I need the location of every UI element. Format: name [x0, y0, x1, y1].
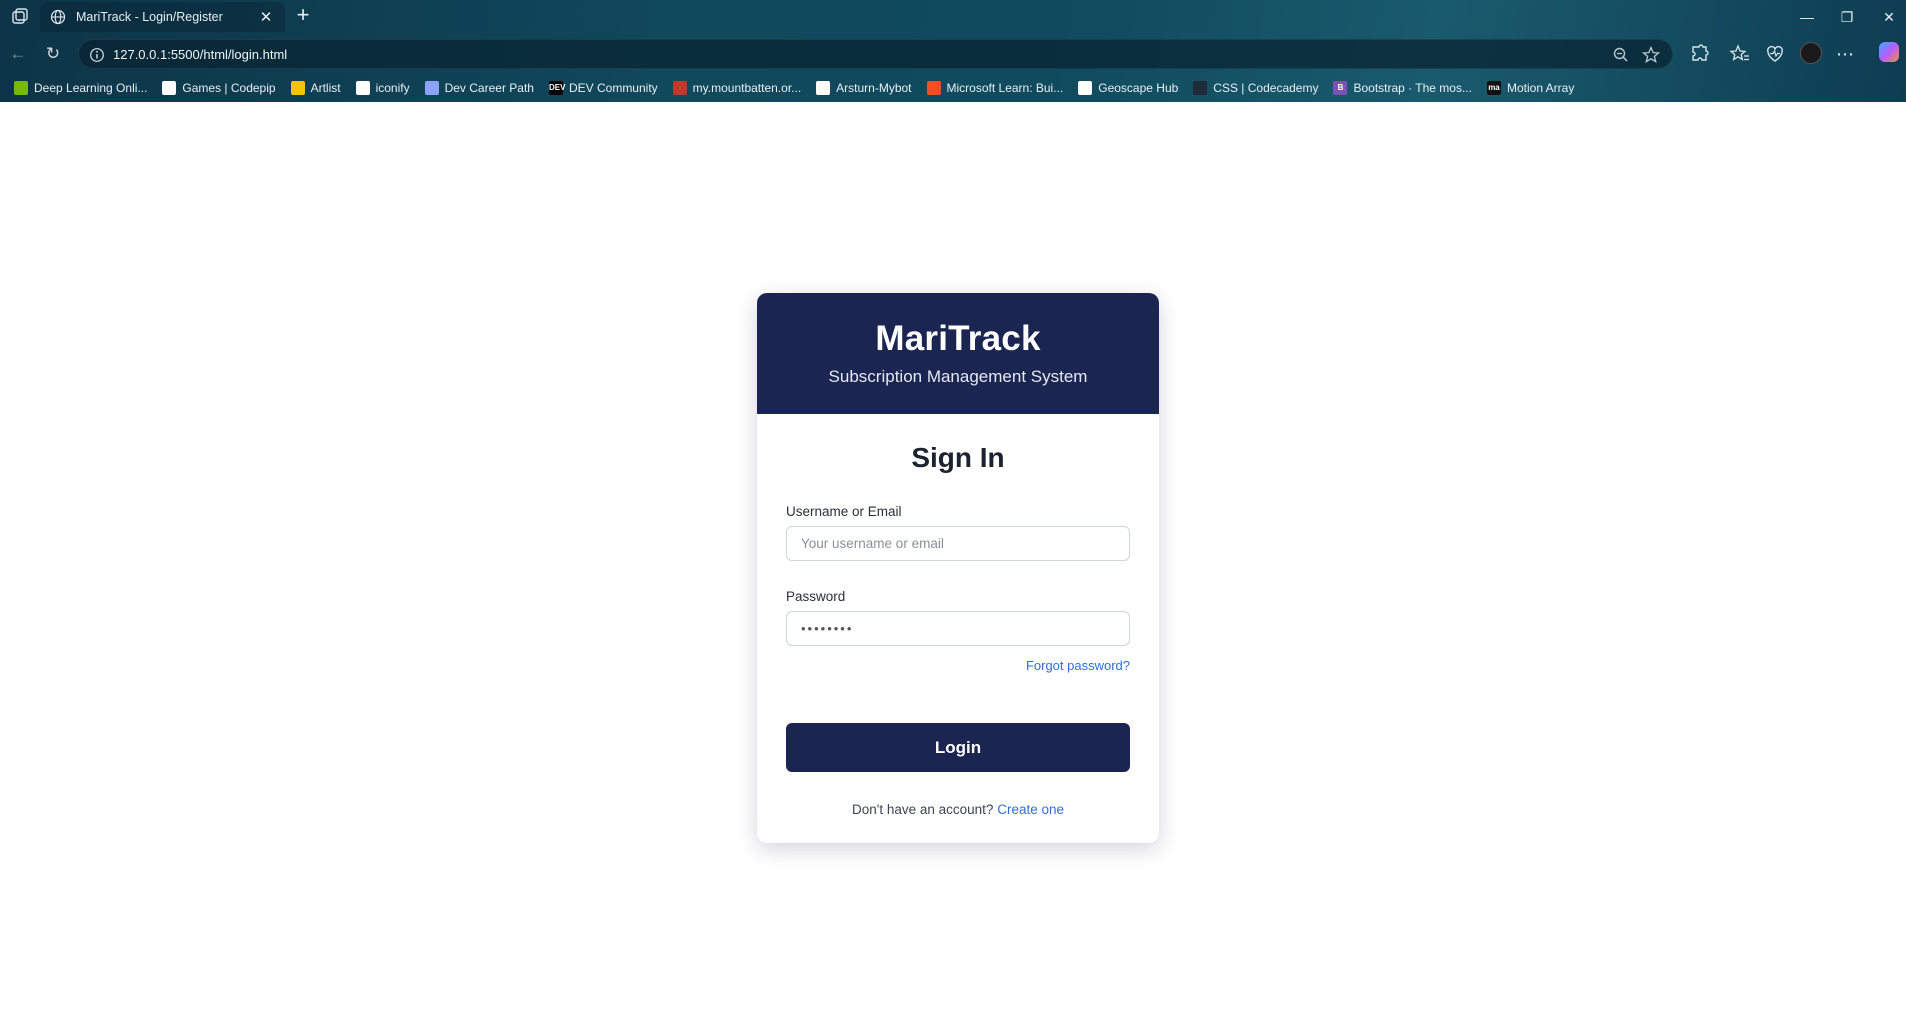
bookmark-label: Bootstrap · The mos...	[1353, 81, 1472, 95]
new-tab-button[interactable]: +	[292, 4, 314, 27]
favorites-icon[interactable]	[1728, 42, 1752, 66]
artlist-icon	[290, 81, 305, 95]
dev-icon: DEV	[548, 81, 565, 95]
bookmark-label: Geoscape Hub	[1098, 81, 1179, 95]
bookmark-label: my.mountbatten.or...	[692, 81, 802, 95]
bookmark-item[interactable]: B Bootstrap · The mos...	[1327, 77, 1478, 99]
bookmark-label: Microsoft Learn: Bui...	[946, 81, 1064, 95]
url-text[interactable]: 127.0.0.1:5500/html/login.html	[113, 47, 287, 62]
tab-close-icon[interactable]: ✕	[257, 8, 275, 26]
bookmark-label: Arsturn-Mybot	[836, 81, 912, 95]
password-input[interactable]	[786, 611, 1130, 646]
bookmark-item[interactable]: my.mountbatten.or...	[667, 77, 808, 99]
bookmark-label: DEV Community	[568, 81, 658, 95]
mountbatten-icon	[672, 81, 687, 95]
back-button[interactable]: ←	[6, 42, 30, 66]
password-label: Password	[786, 589, 846, 604]
restore-button[interactable]: ❐	[1836, 6, 1858, 28]
brand-title: MariTrack	[875, 319, 1041, 358]
tab-strip: MariTrack - Login/Register ✕ + — ❐ ✕	[0, 0, 1906, 34]
bookmark-item[interactable]: CSS | Codecademy	[1187, 77, 1324, 99]
bookmark-item[interactable]: Geoscape Hub	[1072, 77, 1184, 99]
codepip-icon	[162, 81, 177, 95]
tab-active[interactable]: MariTrack - Login/Register ✕	[40, 2, 285, 32]
close-window-button[interactable]: ✕	[1878, 6, 1900, 28]
login-form: Sign In Username or Email Password Forgo…	[757, 414, 1159, 817]
form-heading: Sign In	[911, 442, 1005, 473]
iconify-icon	[355, 81, 370, 95]
bookmark-label: Dev Career Path	[444, 81, 534, 95]
browser-chrome: MariTrack - Login/Register ✕ + — ❐ ✕ ← ↻…	[0, 0, 1906, 102]
bookmark-item[interactable]: Microsoft Learn: Bui...	[921, 77, 1070, 99]
workspaces-icon[interactable]	[10, 7, 30, 27]
bookmark-item[interactable]: Deep Learning Onli...	[8, 77, 153, 99]
chat-icon	[816, 81, 831, 95]
brand-tagline: Subscription Management System	[828, 367, 1088, 386]
signup-prompt-text: Don't have an account?	[852, 802, 994, 817]
codecademy-icon	[1193, 81, 1208, 95]
profile-icon[interactable]	[1800, 42, 1822, 64]
username-label: Username or Email	[786, 504, 902, 519]
tab-title: MariTrack - Login/Register	[76, 10, 223, 24]
copilot-icon[interactable]	[1879, 42, 1899, 62]
bookmark-item[interactable]: ma Motion Array	[1481, 77, 1580, 99]
bookmark-label: Motion Array	[1506, 81, 1575, 95]
address-bar[interactable]: 127.0.0.1:5500/html/login.html	[78, 39, 1673, 69]
extensions-icon[interactable]	[1687, 42, 1711, 66]
chart-icon	[424, 81, 439, 95]
geoscape-icon	[1078, 81, 1093, 95]
signup-prompt: Don't have an account? Create one	[786, 802, 1130, 817]
bookmark-item[interactable]: Arsturn-Mybot	[810, 77, 917, 99]
more-icon[interactable]: ⋯	[1833, 42, 1857, 66]
browser-toolbar: ← ↻ 127.0.0.1:5500/html/login.html ⋯	[0, 34, 1906, 74]
browser-essentials-icon[interactable]	[1763, 42, 1787, 66]
bookmark-label: Artlist	[310, 81, 341, 95]
login-card: MariTrack Subscription Management System…	[757, 293, 1159, 843]
bookmark-item[interactable]: Dev Career Path	[419, 77, 540, 99]
globe-icon	[50, 9, 66, 25]
nvidia-icon	[14, 81, 28, 95]
bookmark-item[interactable]: iconify	[350, 77, 416, 99]
create-account-link[interactable]: Create one	[997, 802, 1064, 817]
star-icon[interactable]	[1641, 45, 1661, 65]
motion-array-icon: ma	[1486, 81, 1501, 95]
bootstrap-icon: B	[1333, 81, 1348, 95]
bookmark-item[interactable]: Artlist	[285, 77, 347, 99]
minimize-button[interactable]: —	[1796, 6, 1818, 28]
bookmark-item[interactable]: DEV DEV Community	[543, 77, 664, 99]
bookmark-label: CSS | Codecademy	[1213, 81, 1319, 95]
forgot-password-link[interactable]: Forgot password?	[786, 658, 1130, 673]
zoom-out-icon[interactable]	[1611, 45, 1631, 65]
bookmark-label: Deep Learning Onli...	[34, 81, 148, 95]
reload-button[interactable]: ↻	[41, 42, 65, 66]
bookmark-label: iconify	[375, 81, 410, 95]
bookmark-item[interactable]: Games | Codepip	[156, 77, 281, 99]
bookmark-label: Games | Codepip	[182, 81, 276, 95]
site-info-icon[interactable]	[89, 47, 105, 63]
page-content: MariTrack Subscription Management System…	[0, 102, 1906, 1025]
bookmarks-bar: Deep Learning Onli... Games | Codepip Artl…	[0, 74, 1906, 102]
microsoft-icon	[926, 81, 941, 95]
username-input[interactable]	[786, 526, 1130, 561]
card-header: MariTrack Subscription Management System	[757, 293, 1159, 414]
login-button[interactable]: Login	[786, 723, 1130, 772]
